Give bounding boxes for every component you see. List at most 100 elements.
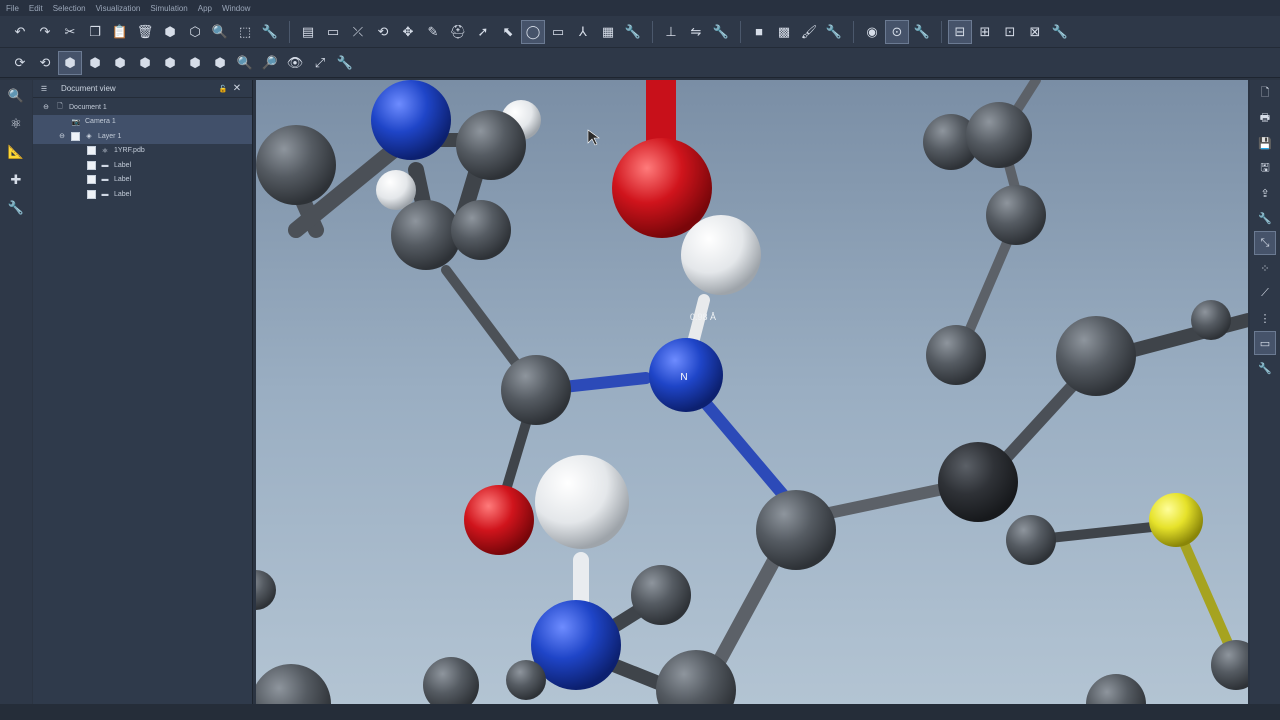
print-icon[interactable]: 🖶	[1254, 106, 1276, 130]
atom-search-icon[interactable]: ⚛	[4, 112, 28, 136]
path-icon[interactable]: ⟋	[1254, 281, 1276, 305]
render-mode-icon[interactable]: ▤	[296, 20, 320, 44]
hat-icon[interactable]: ⛑	[446, 20, 470, 44]
molecule-icon: ⚛	[101, 147, 109, 155]
rectangle-select-icon[interactable]: ▭	[546, 20, 570, 44]
settings-wrench-icon[interactable]: 🔧	[910, 20, 934, 44]
expand-toggle-icon[interactable]: ⊖	[41, 103, 51, 111]
menu-simulation[interactable]: Simulation	[150, 4, 187, 13]
tree-item[interactable]: ⚛ 1YRF.pdb	[33, 144, 252, 159]
show-icon[interactable]: ⬡	[183, 20, 207, 44]
menu-edit[interactable]: Edit	[29, 4, 43, 13]
axes-icon[interactable]: ⊥	[659, 20, 683, 44]
node-icon[interactable]: ⁘	[1254, 256, 1276, 280]
display-icon[interactable]: ▭	[1254, 331, 1276, 355]
cut-icon[interactable]: ✂	[58, 20, 82, 44]
solid-color-icon[interactable]: ■	[747, 20, 771, 44]
fit-all-icon[interactable]: ⤢	[308, 51, 332, 75]
visibility-checkbox[interactable]	[87, 160, 96, 170]
add-atom-icon[interactable]: ✚	[4, 168, 28, 192]
eye-icon[interactable]: 👁	[283, 51, 307, 75]
fit-icon[interactable]: ⬚	[233, 20, 257, 44]
lock-icon[interactable]: 🔓	[218, 85, 228, 93]
magnify-icon[interactable]: 🔍	[4, 84, 28, 108]
expand-toggle-icon[interactable]: ⊖	[57, 132, 67, 140]
record-icon[interactable]: ⊙	[885, 19, 909, 44]
tree-item[interactable]: ▬ Label	[33, 158, 252, 173]
cube-right-icon[interactable]: ⬢	[133, 51, 157, 75]
cube-iso-icon[interactable]: ⬢	[208, 51, 232, 75]
new-doc-icon[interactable]: 🗋	[1254, 81, 1276, 105]
visibility-checkbox[interactable]	[87, 189, 96, 199]
select-tool-icon[interactable]: ⤡	[1254, 231, 1276, 255]
zoom-in-icon[interactable]: 🔍	[233, 51, 257, 75]
settings-wrench-icon[interactable]: 🔧	[1254, 206, 1276, 230]
cube-top-icon[interactable]: ⬢	[158, 51, 182, 75]
visibility-checkbox[interactable]	[87, 146, 96, 156]
bond-icon[interactable]: ⤫	[346, 20, 370, 44]
network-3-icon[interactable]: ⊡	[998, 20, 1022, 44]
redo-icon[interactable]: ↷	[33, 20, 57, 44]
settings-wrench-icon[interactable]: 🔧	[258, 20, 282, 44]
save-icon[interactable]: 💾	[1254, 131, 1276, 155]
copy-icon[interactable]: ❐	[83, 20, 107, 44]
tree-item-label: Label	[114, 161, 132, 169]
network-1-icon[interactable]: ⊟	[948, 19, 972, 44]
network-2-icon[interactable]: ⊞	[973, 20, 997, 44]
zoom-out-icon[interactable]: 🔎	[258, 51, 282, 75]
cube-front-icon[interactable]: ⬢	[58, 50, 82, 75]
menu-app[interactable]: App	[198, 4, 212, 13]
angle-icon[interactable]: ⅄	[571, 20, 595, 44]
export-icon[interactable]: ⇪	[1254, 181, 1276, 205]
settings-wrench-icon[interactable]: 🔧	[1254, 356, 1276, 380]
translate-icon[interactable]: ✥	[396, 20, 420, 44]
visibility-checkbox[interactable]	[87, 175, 96, 185]
settings-wrench-icon[interactable]: 🔧	[822, 20, 846, 44]
lasso-icon[interactable]: ◯	[521, 19, 545, 44]
rotate-x-icon[interactable]: ⟳	[8, 51, 32, 75]
menu-selection[interactable]: Selection	[53, 4, 86, 13]
mesh-icon[interactable]: ▦	[596, 20, 620, 44]
tree-item[interactable]: ▬ Label	[33, 187, 252, 202]
paint-icon[interactable]: 🖌	[797, 20, 821, 44]
tree-item[interactable]: 📷 Camera 1	[33, 114, 252, 129]
graph-icon[interactable]: ⋮	[1254, 306, 1276, 330]
pencil-icon[interactable]: ✎	[421, 20, 445, 44]
rotate-y-icon[interactable]: ⟲	[33, 51, 57, 75]
menu-window[interactable]: Window	[222, 4, 250, 13]
zoom-icon[interactable]: 🔍	[208, 20, 232, 44]
network-4-icon[interactable]: ⊠	[1023, 20, 1047, 44]
rotate-icon[interactable]: ⟲	[371, 20, 395, 44]
select-icon[interactable]: ⬉	[496, 20, 520, 44]
tree-item[interactable]: ⊖ 🗋 Document 1	[33, 100, 252, 115]
gradient-icon[interactable]: ▩	[772, 20, 796, 44]
delete-icon[interactable]: 🗑	[133, 20, 157, 44]
cube-left-icon[interactable]: ⬢	[108, 51, 132, 75]
tree-item-label: Document 1	[69, 103, 107, 111]
pointer-icon[interactable]: ➚	[471, 20, 495, 44]
settings-wrench-icon[interactable]: 🔧	[1048, 20, 1072, 44]
menu-visualization[interactable]: Visualization	[96, 4, 141, 13]
cube-back-icon[interactable]: ⬢	[83, 51, 107, 75]
cube-bottom-icon[interactable]: ⬢	[183, 51, 207, 75]
light-icon[interactable]: ◉	[860, 20, 884, 44]
hide-icon[interactable]: ⬢	[158, 20, 182, 44]
tree-item[interactable]: ⊖ ◈ Layer 1	[33, 129, 252, 144]
menu-file[interactable]: File	[6, 4, 19, 13]
tree-item[interactable]: ▬ Label	[33, 173, 252, 188]
save-as-icon[interactable]: 🖫	[1254, 156, 1276, 180]
settings-wrench-icon[interactable]: 🔧	[709, 20, 733, 44]
settings-wrench-icon[interactable]: 🔧	[621, 20, 645, 44]
molecule-render[interactable]: N 0.98 Å	[256, 80, 1248, 704]
view-toolbar: ⟳ ⟲ ⬢ ⬢ ⬢ ⬢ ⬢ ⬢ ⬢ 🔍 🔎 👁 ⤢ 🔧	[0, 48, 1280, 78]
background-icon[interactable]: ▭	[321, 20, 345, 44]
settings-wrench-icon[interactable]: 🔧	[333, 51, 357, 75]
close-icon[interactable]: ✕	[232, 83, 242, 94]
visibility-checkbox[interactable]	[71, 131, 80, 141]
measure-icon[interactable]: 📐	[4, 140, 28, 164]
paste-icon[interactable]: 📋	[108, 20, 132, 44]
settings-wrench-icon[interactable]: 🔧	[4, 196, 28, 220]
3d-viewport[interactable]: N 0.98 Å	[256, 80, 1248, 704]
flip-icon[interactable]: ⇋	[684, 20, 708, 44]
undo-icon[interactable]: ↶	[8, 20, 32, 44]
